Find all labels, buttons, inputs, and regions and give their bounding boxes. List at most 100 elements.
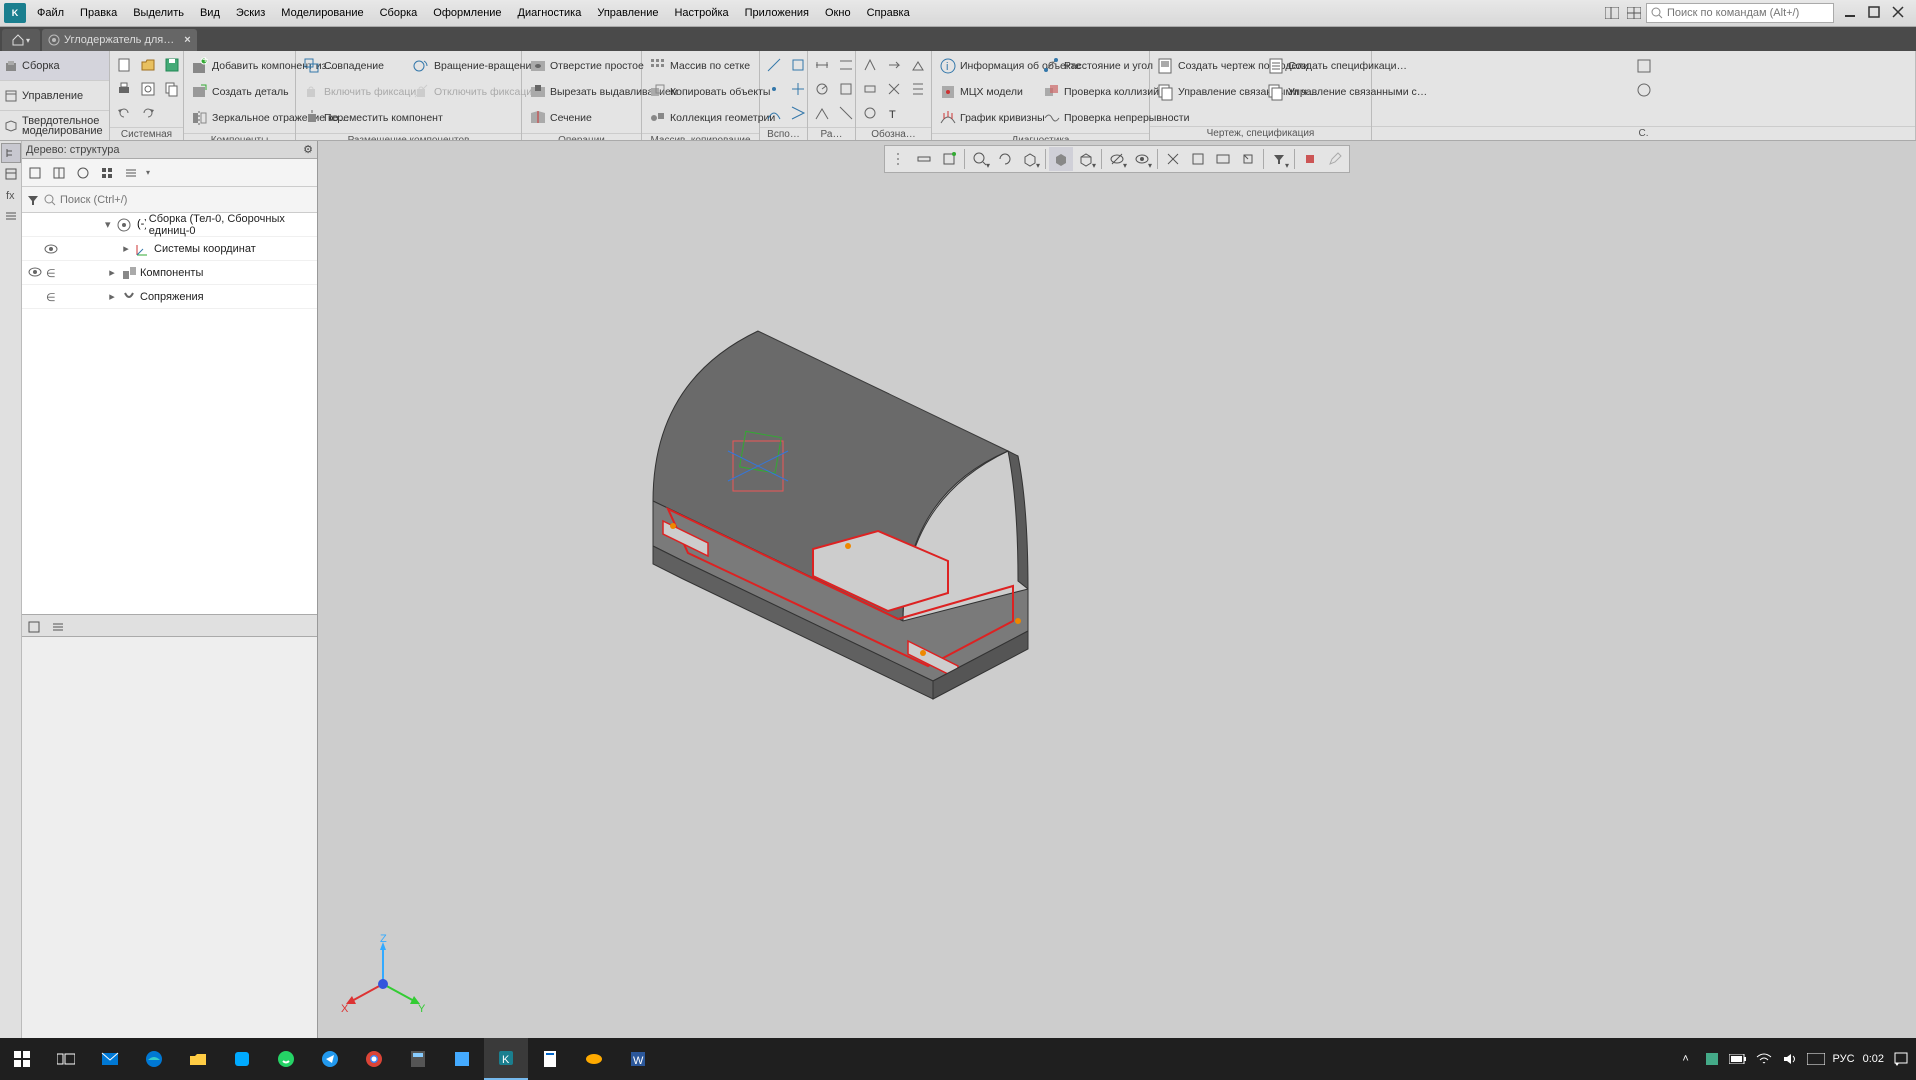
tree-root[interactable]: ▾ (-) Сборка (Тел-0, Сборочных единиц-0 bbox=[22, 213, 317, 237]
vt-show[interactable] bbox=[1130, 147, 1154, 171]
eye-icon[interactable] bbox=[28, 267, 42, 277]
tb-app1[interactable] bbox=[220, 1038, 264, 1080]
strip-tree-button[interactable] bbox=[1, 143, 21, 163]
menu-design[interactable]: Оформление bbox=[426, 3, 508, 23]
move-component-button[interactable]: Переместить компонент bbox=[299, 106, 407, 130]
expand-icon[interactable]: ▸ bbox=[120, 242, 132, 255]
save-button[interactable] bbox=[161, 54, 183, 76]
tree-tb1[interactable] bbox=[24, 162, 46, 184]
maximize-button[interactable] bbox=[1868, 6, 1882, 20]
vt-pen[interactable] bbox=[1323, 147, 1347, 171]
tree-item-mates[interactable]: ∈ ▸ Сопряжения bbox=[22, 285, 317, 309]
eye-icon[interactable] bbox=[44, 244, 58, 254]
vt-f1[interactable] bbox=[1161, 147, 1185, 171]
dim6-button[interactable] bbox=[835, 102, 857, 124]
command-search[interactable] bbox=[1646, 3, 1834, 23]
menu-help[interactable]: Справка bbox=[860, 3, 917, 23]
tb-word[interactable]: W bbox=[616, 1038, 660, 1080]
tb-app2[interactable] bbox=[440, 1038, 484, 1080]
vt-filter[interactable] bbox=[1267, 147, 1291, 171]
collapse-icon[interactable]: ▾ bbox=[102, 218, 113, 231]
vt-f2[interactable] bbox=[1186, 147, 1210, 171]
fix-off-button[interactable]: Отключить фиксацию bbox=[409, 80, 517, 104]
minimize-button[interactable] bbox=[1844, 6, 1858, 20]
taskview-button[interactable] bbox=[44, 1038, 88, 1080]
not2-button[interactable] bbox=[859, 78, 881, 100]
mcx-button[interactable]: МЦХ модели bbox=[935, 80, 1037, 104]
menu-view[interactable]: Вид bbox=[193, 3, 227, 23]
aux3-button[interactable] bbox=[763, 102, 785, 124]
dim4-button[interactable] bbox=[835, 54, 857, 76]
curvature-button[interactable]: График кривизны bbox=[935, 106, 1037, 130]
info-button[interactable]: iИнформация об объекте bbox=[935, 54, 1037, 78]
print-button[interactable] bbox=[113, 78, 135, 100]
vt-sketch[interactable] bbox=[937, 147, 961, 171]
text-button[interactable]: T bbox=[883, 102, 905, 124]
rotate-button[interactable]: Вращение-вращение bbox=[409, 54, 517, 78]
vt-stop[interactable] bbox=[1298, 147, 1322, 171]
menu-select[interactable]: Выделить bbox=[126, 3, 191, 23]
dim3-button[interactable] bbox=[811, 102, 833, 124]
tray-time[interactable]: 0:02 bbox=[1863, 1053, 1884, 1065]
menu-file[interactable]: Файл bbox=[30, 3, 71, 23]
cut-extrude-button[interactable]: Вырезать выдавливанием bbox=[525, 80, 638, 104]
in-icon[interactable]: ∈ bbox=[46, 267, 58, 279]
tray-lang[interactable]: РУС bbox=[1833, 1053, 1855, 1065]
menu-diagnostics[interactable]: Диагностика bbox=[511, 3, 589, 23]
expand-icon[interactable]: ▸ bbox=[106, 266, 118, 279]
axis-gizmo[interactable]: Z Y X bbox=[338, 934, 428, 1024]
menu-settings[interactable]: Настройка bbox=[667, 3, 735, 23]
tb-app3[interactable] bbox=[528, 1038, 572, 1080]
tray-notifications[interactable] bbox=[1892, 1050, 1910, 1068]
collision-button[interactable]: Проверка коллизий bbox=[1039, 80, 1145, 104]
tray-battery[interactable] bbox=[1729, 1050, 1747, 1068]
preview-button[interactable] bbox=[137, 78, 159, 100]
vt-orient[interactable] bbox=[1018, 147, 1042, 171]
file-tab-close[interactable]: × bbox=[184, 34, 190, 46]
tray-chevron[interactable]: ˄ bbox=[1677, 1050, 1695, 1068]
tb-telegram[interactable] bbox=[308, 1038, 352, 1080]
tb-kompas[interactable]: K bbox=[484, 1038, 528, 1080]
tray-keyboard[interactable] bbox=[1807, 1050, 1825, 1068]
vt-grip[interactable] bbox=[887, 147, 911, 171]
tray-volume[interactable] bbox=[1781, 1050, 1799, 1068]
open-button[interactable] bbox=[137, 54, 159, 76]
menu-sketch[interactable]: Эскиз bbox=[229, 3, 272, 23]
menu-window[interactable]: Окно bbox=[818, 3, 858, 23]
tree-item-coords[interactable]: ▸ Системы координат bbox=[22, 237, 317, 261]
in-icon[interactable]: ∈ bbox=[46, 291, 58, 303]
strip-props-button[interactable] bbox=[1, 164, 21, 184]
tbtab2-button[interactable] bbox=[47, 616, 69, 638]
coincide-button[interactable]: Совпадение bbox=[299, 54, 407, 78]
tb-mail[interactable] bbox=[88, 1038, 132, 1080]
redo-button[interactable] bbox=[137, 102, 159, 124]
distance-button[interactable]: Расстояние и угол bbox=[1039, 54, 1145, 78]
aux1-button[interactable] bbox=[763, 54, 785, 76]
tree-search[interactable] bbox=[22, 187, 317, 213]
tree-item-components[interactable]: ∈ ▸ Компоненты bbox=[22, 261, 317, 285]
not4-button[interactable] bbox=[883, 54, 905, 76]
create-spec-button[interactable]: Создать спецификаци… bbox=[1263, 54, 1369, 78]
vt-rotate[interactable] bbox=[993, 147, 1017, 171]
tb-edge[interactable] bbox=[132, 1038, 176, 1080]
mirror-button[interactable]: Зеркальное отражение ко… bbox=[187, 106, 292, 130]
not7-button[interactable] bbox=[907, 78, 929, 100]
menu-apps[interactable]: Приложения bbox=[738, 3, 816, 23]
tb-chrome[interactable] bbox=[352, 1038, 396, 1080]
fix-on-button[interactable]: Включить фиксацию bbox=[299, 80, 407, 104]
viewport[interactable]: Z Y X bbox=[318, 141, 1916, 1038]
vt-measure[interactable] bbox=[912, 147, 936, 171]
menu-modeling[interactable]: Моделирование bbox=[274, 3, 370, 23]
side-cmd-assembly[interactable]: Сборка bbox=[0, 51, 109, 81]
aux5-button[interactable] bbox=[787, 78, 809, 100]
tree-tb2[interactable] bbox=[48, 162, 70, 184]
end2-button[interactable] bbox=[1633, 79, 1655, 101]
menu-assembly[interactable]: Сборка bbox=[373, 3, 425, 23]
dim5-button[interactable] bbox=[835, 78, 857, 100]
file-tab[interactable]: Углодержатель для… × bbox=[42, 29, 197, 51]
aux6-button[interactable] bbox=[787, 102, 809, 124]
tb-whatsapp[interactable] bbox=[264, 1038, 308, 1080]
dim1-button[interactable] bbox=[811, 54, 833, 76]
vt-shade[interactable] bbox=[1049, 147, 1073, 171]
strip-vars-button[interactable]: fx bbox=[1, 185, 21, 205]
